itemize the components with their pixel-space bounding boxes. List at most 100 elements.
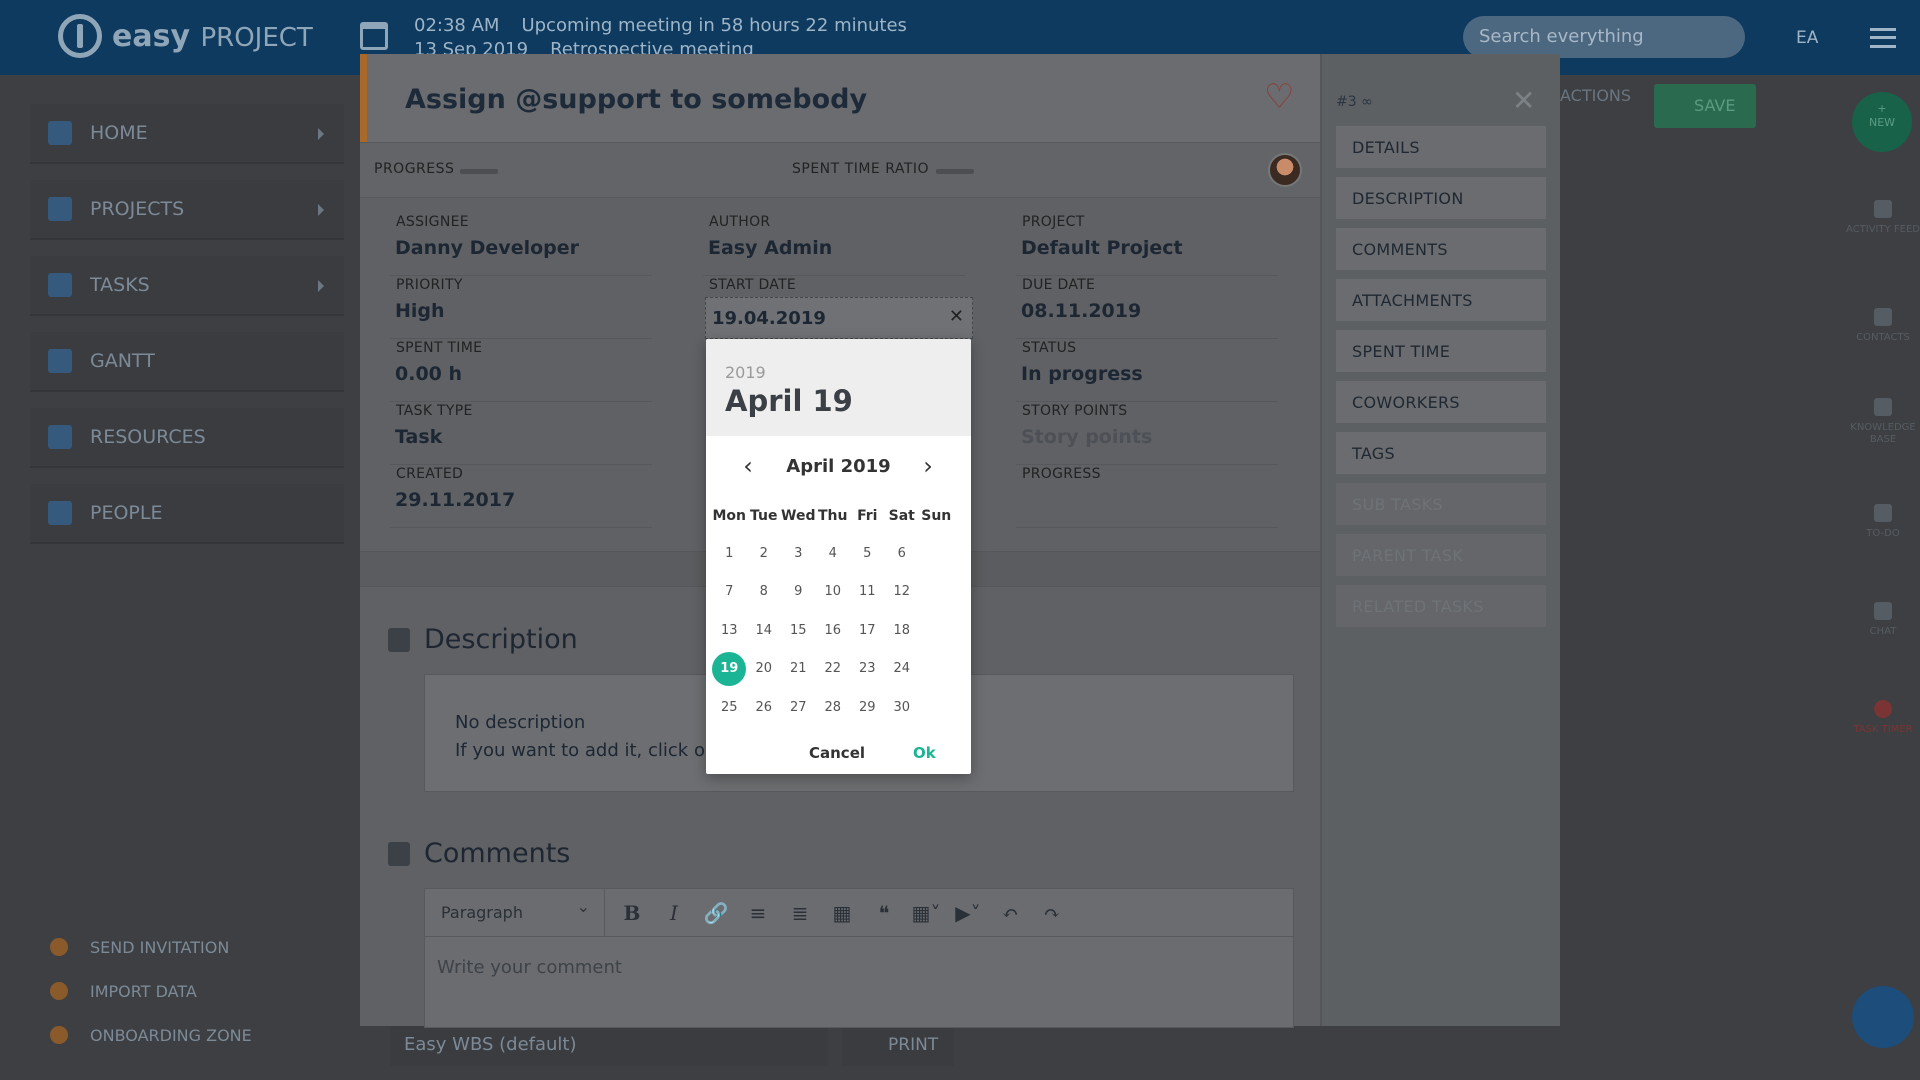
side-item-attachments[interactable]: ATTACHMENTS [1336,279,1546,321]
side-item-tags[interactable]: TAGS [1336,432,1546,474]
sidebar-item-people[interactable]: PEOPLE [30,484,344,544]
attr-spent-time[interactable]: SPENT TIME 0.00 h [390,340,652,402]
day-cell[interactable]: 17 [850,611,885,650]
table-icon[interactable]: ▦˅ [905,901,947,925]
contacts-button[interactable]: CONTACTS [1840,308,1920,344]
undo-icon[interactable]: ↶ [989,901,1031,925]
media-icon[interactable]: ▶˅ [947,901,989,925]
day-cell[interactable]: 10 [816,573,851,612]
day-cell[interactable]: 7 [712,573,747,612]
to-do-button[interactable]: TO-DO [1840,504,1920,540]
search-input[interactable]: Search everything [1463,16,1745,58]
attr-due-date[interactable]: DUE DATE 08.11.2019 [1016,277,1278,339]
new-button[interactable]: + NEW [1852,92,1912,152]
knowledge-base-button[interactable]: KNOWLEDGE BASE [1840,398,1920,446]
day-cell[interactable]: 8 [747,573,782,612]
day-cell[interactable]: 4 [816,534,851,573]
attr-task-type[interactable]: TASK TYPE Task [390,403,652,465]
day-cell[interactable]: 15 [781,611,816,650]
task-id[interactable]: #3 ∞ [1336,94,1373,110]
chat-button[interactable]: CHAT [1840,602,1920,638]
sidebar-item-resources[interactable]: RESOURCES [30,408,344,468]
heart-icon[interactable]: ♡ [1264,80,1294,114]
picker-year[interactable]: 2019 [725,363,952,382]
quote-icon[interactable]: ❝ [863,901,905,925]
onboarding-zone-link[interactable]: ONBOARDING ZONE [50,1013,252,1057]
sidebar-item-gantt[interactable]: GANTT [30,332,344,392]
day-cell[interactable]: 6 [885,534,920,573]
side-item-comments[interactable]: COMMENTS [1336,228,1546,270]
chat-bubble-icon[interactable] [1852,986,1914,1048]
app-logo[interactable]: easy PROJECT [58,14,313,58]
day-cell[interactable]: 27 [781,688,816,727]
calendar-icon[interactable] [360,22,388,50]
day-cell[interactable]: 18 [885,611,920,650]
side-item-details[interactable]: DETAILS [1336,126,1546,168]
side-item-parent-task[interactable]: PARENT TASK [1336,534,1546,576]
sidebar-item-projects[interactable]: PROJECTS [30,180,344,240]
paragraph-format-select[interactable]: Paragraph [425,888,605,937]
close-icon[interactable]: ✕ [1512,84,1535,117]
sidebar-item-home[interactable]: HOME [30,104,344,164]
day-cell[interactable]: 22 [816,650,851,689]
clear-date-icon[interactable]: ✕ [949,306,964,327]
day-cell[interactable]: 3 [781,534,816,573]
side-item-description[interactable]: DESCRIPTION [1336,177,1546,219]
sidebar-item-tasks[interactable]: TASKS [30,256,344,316]
side-item-spent-time[interactable]: SPENT TIME [1336,330,1546,372]
start-date-input[interactable]: 19.04.2019 ✕ [705,297,973,339]
day-cell[interactable]: 5 [850,534,885,573]
day-cell[interactable]: 20 [747,650,782,689]
day-cell[interactable]: 29 [850,688,885,727]
day-cell[interactable]: 21 [781,650,816,689]
attr-progress[interactable]: PROGRESS [1016,466,1278,528]
side-item-sub-tasks[interactable]: SUB TASKS [1336,483,1546,525]
chevron-right-icon[interactable]: › [915,452,941,480]
ok-button[interactable]: Ok [913,744,936,762]
side-item-related-tasks[interactable]: RELATED TASKS [1336,585,1546,627]
day-cell[interactable]: 26 [747,688,782,727]
task-title[interactable]: Assign @support to somebody [405,84,867,115]
avatar[interactable] [1268,153,1302,187]
day-cell[interactable]: 13 [712,611,747,650]
menu-icon[interactable] [1870,28,1896,48]
attr-priority[interactable]: PRIORITY High [390,277,652,339]
actions-menu[interactable]: ACTIONS [1560,86,1631,105]
link-icon[interactable]: 🔗 [695,901,737,925]
day-cell[interactable]: 9 [781,573,816,612]
attr-status[interactable]: STATUS In progress [1016,340,1278,402]
bold-icon[interactable]: B [611,901,653,925]
day-cell[interactable]: 30 [885,688,920,727]
attr-story-points[interactable]: STORY POINTS Story points [1016,403,1278,465]
save-button[interactable]: SAVE [1654,84,1756,128]
day-cell[interactable]: 1 [712,534,747,573]
task-timer-button[interactable]: TASK TIMER [1840,700,1920,736]
attr-project[interactable]: PROJECT Default Project [1016,214,1278,276]
comment-input[interactable]: Write your comment [425,937,1293,998]
attr-assignee[interactable]: ASSIGNEE Danny Developer [390,214,652,276]
italic-icon[interactable]: I [653,901,695,925]
day-cell[interactable]: 14 [747,611,782,650]
user-initials[interactable]: EA [1796,28,1818,48]
import-data-link[interactable]: IMPORT DATA [50,969,252,1013]
numbered-list-icon[interactable]: ≣ [779,901,821,925]
day-cell[interactable]: 28 [816,688,851,727]
send-invitation-link[interactable]: SEND INVITATION [50,925,252,969]
redo-icon[interactable]: ↷ [1031,901,1073,925]
day-selected[interactable]: 19 [712,650,747,689]
day-cell[interactable]: 23 [850,650,885,689]
wbs-select[interactable]: Easy WBS (default) [390,1026,828,1066]
day-cell[interactable]: 16 [816,611,851,650]
day-cell[interactable]: 25 [712,688,747,727]
day-cell[interactable]: 11 [850,573,885,612]
day-cell[interactable]: 24 [885,650,920,689]
activity-feed-button[interactable]: ACTIVITY FEED [1840,200,1920,236]
image-icon[interactable]: ▦ [821,901,863,925]
cancel-button[interactable]: Cancel [809,744,865,762]
attr-author[interactable]: AUTHOR Easy Admin [703,214,965,276]
print-button[interactable]: PRINT [842,1026,954,1066]
day-cell[interactable]: 2 [747,534,782,573]
day-cell[interactable]: 12 [885,573,920,612]
side-item-coworkers[interactable]: COWORKERS [1336,381,1546,423]
bulleted-list-icon[interactable]: ≡ [737,901,779,925]
